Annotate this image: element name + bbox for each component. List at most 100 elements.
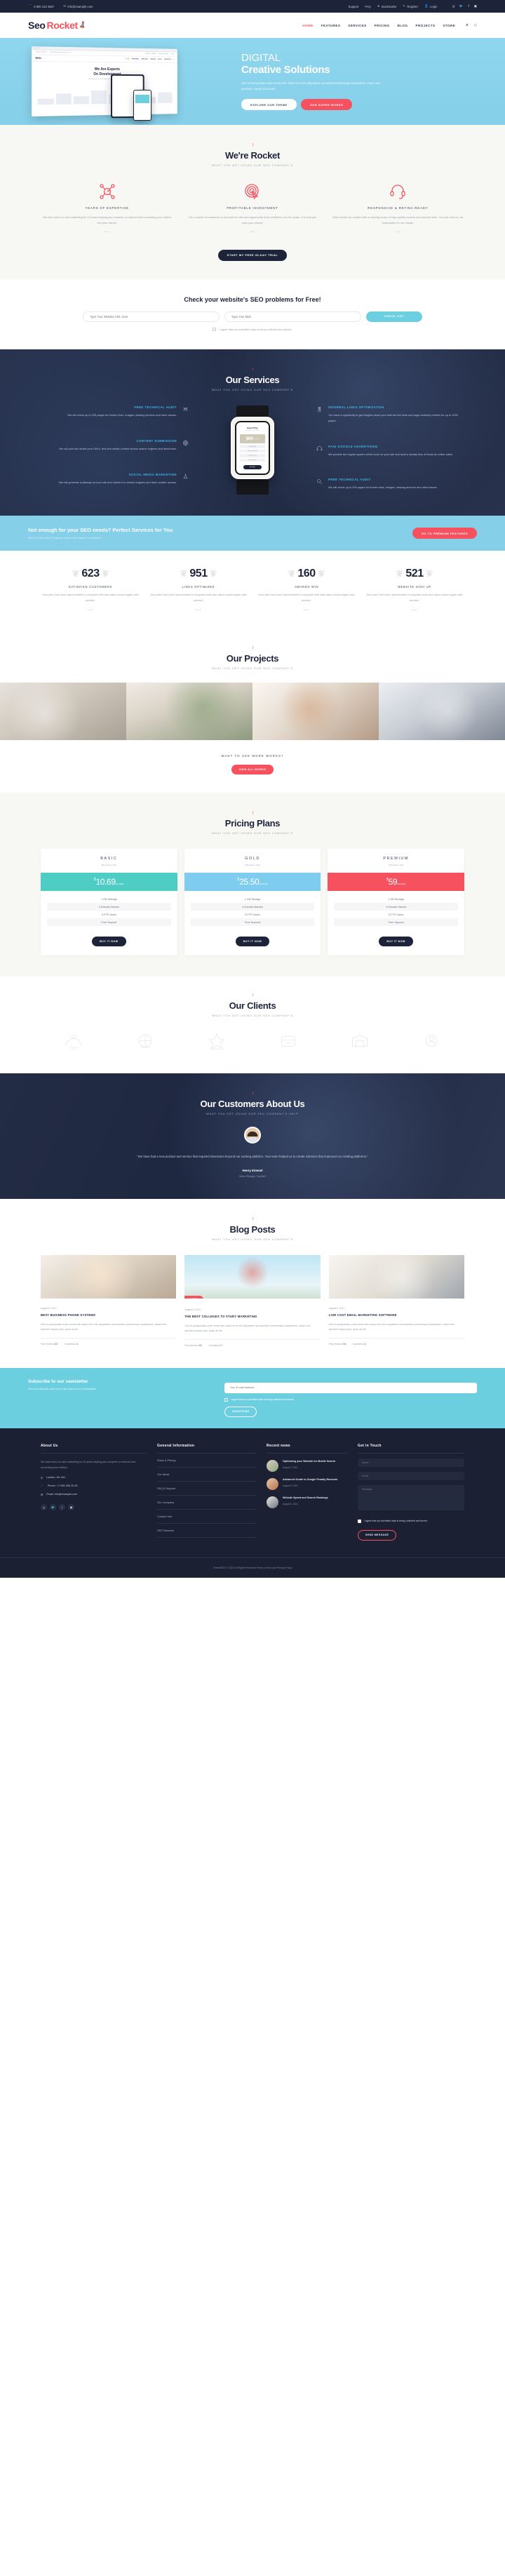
news-title: Advanced Guide to Google Penalty Removal	[283, 1477, 337, 1481]
footer-news-item[interactable]: Website Speed and Search Rankings August …	[267, 1496, 348, 1508]
projects-title: Our Projects	[226, 653, 279, 664]
news-date: August 5, 2015	[283, 1484, 298, 1487]
watch-buy-button[interactable]: Buy Now	[243, 465, 262, 470]
free-trial-button[interactable]: START MY FREE 30-DAY TRIAL	[217, 249, 288, 261]
buy-now-button[interactable]: BUY IT NOW	[379, 937, 413, 947]
nav-item-store[interactable]: STORE	[443, 24, 455, 27]
footer: About Us We have been on web marketing f…	[0, 1428, 505, 1578]
explore-theme-button[interactable]: EXPLORE OUR THEME	[241, 99, 297, 111]
counter-dots: •••	[195, 608, 202, 613]
topbar-phone-text: 0 800 123 4567	[34, 4, 55, 8]
twitter-icon[interactable]: 🐦	[459, 4, 464, 8]
nav-item-pricing[interactable]: PRICING	[375, 24, 390, 27]
footer-email: ✉ Email: info@example.com	[41, 1493, 78, 1496]
topbar-link-faq[interactable]: FAQ	[365, 5, 370, 8]
target-click-icon	[186, 181, 318, 202]
more-works-title: WANT TO SEE MORE WORKS?	[221, 754, 284, 758]
client-logo[interactable]	[327, 1030, 393, 1054]
twitter-icon[interactable]: 🐦	[50, 1503, 56, 1510]
footer-link-plans[interactable]: Plans & Pricing	[157, 1454, 257, 1468]
footer-link-news[interactable]: Our News	[157, 1468, 257, 1482]
nav-item-home[interactable]: HOME	[302, 24, 313, 27]
cart-icon[interactable]: ⌂	[474, 23, 477, 28]
subscribe-agree-checkbox[interactable]	[224, 1397, 228, 1402]
blog-card[interactable]: VIDEO August 5, 2017 THE BEST COLLEGES T…	[184, 1254, 321, 1348]
website-url-input[interactable]	[83, 311, 220, 322]
subscribe-email-input[interactable]	[224, 1382, 477, 1393]
facebook-icon[interactable]: f	[468, 4, 469, 8]
pricing-subtitle: WHAT YOU GET USING OUR SEO COMPANY'S	[211, 832, 294, 836]
star-icon: ★	[377, 4, 380, 8]
blog-views: Post Viewers 482	[184, 1344, 203, 1348]
section-tick-icon: ⦙⦙	[252, 1092, 254, 1096]
cta-title: Not enough for your SEO needs? Perfect S…	[28, 527, 173, 534]
view-all-works-button[interactable]: VIEW ALL WORKS	[231, 765, 274, 775]
buy-now-button[interactable]: BUY IT NOW	[235, 937, 270, 947]
client-logo[interactable]	[41, 1030, 107, 1054]
contact-agree-checkbox[interactable]	[358, 1519, 361, 1523]
footer-link-seo[interactable]: SEO Services	[157, 1524, 257, 1538]
client-logo[interactable]	[398, 1030, 464, 1054]
super-works-button[interactable]: OUR SUPER WORKS	[300, 99, 353, 111]
send-message-button[interactable]: SEND MESSAGE	[358, 1529, 397, 1541]
nav-item-features[interactable]: FEATURES	[321, 24, 341, 27]
topbar-link-bookmarks[interactable]: ★ Bookmarks	[377, 4, 397, 8]
plan-period: /monthly	[115, 883, 124, 886]
service-text: We will check up to 200 pages for broken…	[328, 485, 438, 490]
plan-feature: 4 Domain Names	[190, 903, 315, 911]
project-thumb[interactable]	[126, 683, 252, 741]
phone-icon: 📱	[41, 1484, 44, 1488]
counter-label: SATISFIED CUSTOMERS	[68, 585, 113, 589]
footer-contact-heading: Get in Touch	[358, 1444, 464, 1454]
topbar-phone[interactable]: 📱 0 800 123 4567	[28, 4, 54, 8]
topbar-email[interactable]: ✉ info@example.com	[63, 4, 93, 8]
subscribe-button[interactable]: SUBSCRIBE	[224, 1406, 257, 1417]
search-icon[interactable]: ⌕	[466, 23, 469, 28]
footer-about-text: We have been on web marketing for 12 yea…	[41, 1460, 136, 1469]
footer-news-item[interactable]: Optimizing your Website for Mobile Searc…	[267, 1459, 348, 1472]
topbar-link-support[interactable]: Support	[349, 5, 359, 8]
footer-link-faq[interactable]: FAQ & Support	[157, 1482, 257, 1496]
footer-link-contact[interactable]: Contact Info	[157, 1510, 257, 1524]
nav-item-blog[interactable]: BLOG	[398, 24, 408, 27]
facebook-icon[interactable]: f	[59, 1503, 65, 1510]
site-logo[interactable]: Seo Rocket 🚀	[28, 20, 87, 31]
instagram-icon[interactable]: ▣	[68, 1503, 74, 1510]
client-logo[interactable]	[112, 1030, 178, 1054]
project-thumb[interactable]	[379, 683, 505, 741]
footer-news-item[interactable]: Advanced Guide to Google Penalty Removal…	[267, 1477, 348, 1490]
counter-dots: •••	[87, 608, 94, 613]
premium-features-button[interactable]: GO TO PREMIUM FEATURES	[412, 528, 477, 539]
contact-message-input[interactable]	[358, 1484, 464, 1510]
agree-checkbox[interactable]	[213, 327, 217, 331]
plan-feature: 1 GB Storage	[244, 897, 261, 901]
project-thumb[interactable]	[0, 683, 126, 741]
buy-now-button[interactable]: BUY IT NOW	[92, 937, 126, 947]
subscribe-subtitle: Sed ut perspiciatis unde omnis iste natu…	[28, 1388, 97, 1391]
google-plus-icon[interactable]: g	[452, 4, 454, 8]
phone-mockup	[133, 90, 152, 121]
mock-mail: support@seorocketdemo.com	[49, 51, 72, 54]
blog-card[interactable]: August 5, 2017 LOW COST EMAIL MARKETING …	[328, 1254, 464, 1348]
topbar-link-login[interactable]: 👤 Login	[424, 4, 437, 8]
counter-item: ❦ 521 ❦ WEBSITE HIGH UP Duis aute irure do…	[365, 568, 464, 612]
instagram-icon[interactable]: ▣	[474, 4, 477, 8]
nav-item-services[interactable]: SERVICES	[348, 24, 366, 27]
blog-card[interactable]: August 5, 2017 BEST BUSINESS PHONE SYSTE…	[41, 1254, 177, 1348]
email-input[interactable]	[224, 311, 361, 322]
contact-name-input[interactable]	[358, 1458, 464, 1467]
seo-check-section: Check your website's SEO problems for Fr…	[0, 279, 505, 349]
check-out-button[interactable]: CHECK OUT	[366, 311, 422, 322]
blog-subtitle: WHAT YOU GET USING OUR SEO COMPANY'S	[211, 1237, 294, 1241]
project-thumb[interactable]	[252, 683, 379, 741]
contact-email-input[interactable]	[358, 1471, 464, 1480]
user-icon: 👤	[424, 4, 429, 8]
counter-text: Duis aute irure dolor reprehenderit in v…	[366, 593, 463, 603]
news-thumbnail	[267, 1477, 278, 1490]
google-plus-icon[interactable]: g	[41, 1503, 47, 1510]
nav-item-projects[interactable]: PROJECTS	[415, 24, 435, 27]
client-logo[interactable]	[255, 1030, 321, 1054]
client-logo[interactable]	[184, 1030, 250, 1054]
footer-link-company[interactable]: Our Company	[157, 1496, 257, 1510]
topbar-link-register[interactable]: ✎ Register	[403, 4, 418, 8]
